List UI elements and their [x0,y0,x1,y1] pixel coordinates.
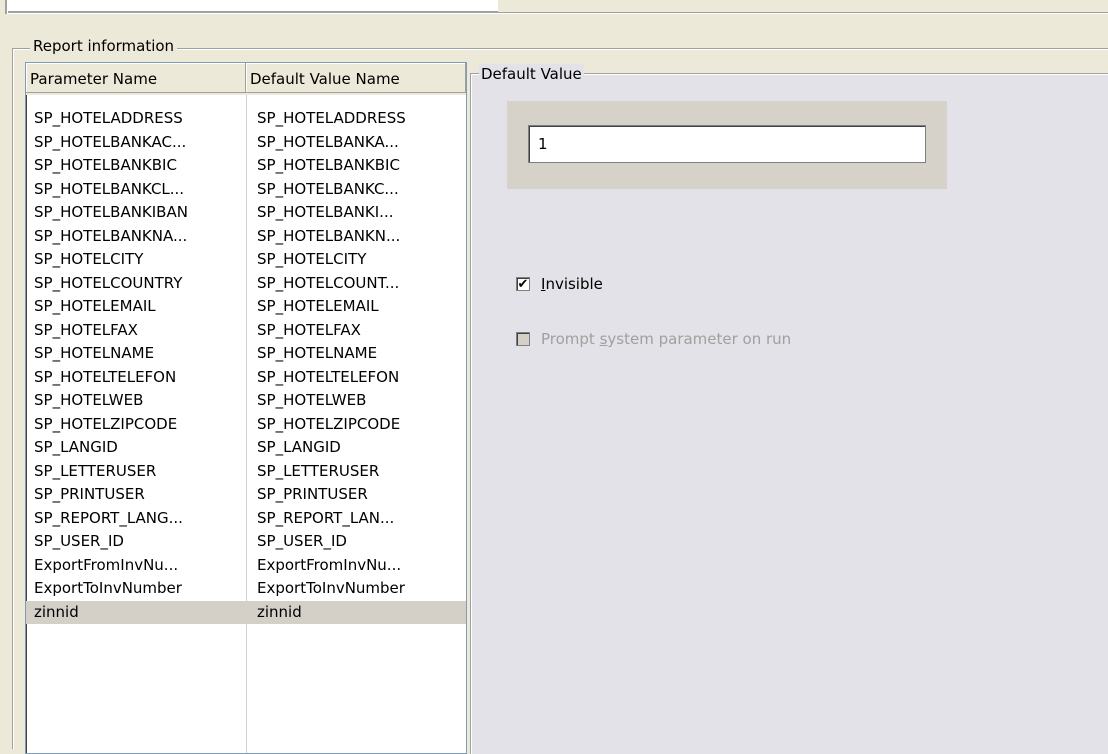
list-item[interactable]: SP_HOTELFAX SP_HOTELFAX [26,319,466,343]
invisible-checkbox-row[interactable]: ✔ Invisible [516,273,603,295]
default-value-name-cell: SP_HOTELEMAIL [257,297,379,315]
parameter-name-cell: SP_USER_ID [34,532,124,550]
list-item[interactable]: SP_REPORT_LANG... SP_REPORT_LAN... [26,507,466,531]
report-information-legend: Report information [30,36,178,56]
prompt-label-post: ystem parameter on run [607,330,792,348]
default-value-name-cell: SP_HOTELBANKI... [257,203,394,221]
default-value-name-cell: SP_PRINTUSER [257,485,368,503]
parameter-name-cell: SP_LANGID [34,438,118,456]
parameter-name-cell: SP_HOTELBANKNA... [34,226,188,245]
list-item[interactable]: SP_HOTELBANKCL... SP_HOTELBANKC... [26,178,466,202]
default-value-name-cell: SP_USER_ID [257,532,347,550]
parameter-name-cell: SP_REPORT_LANG... [34,508,183,527]
list-item[interactable]: SP_HOTELCOUNTRY SP_HOTELCOUNT... [26,272,466,296]
default-value-name-cell: SP_LANGID [257,438,341,456]
prompt-label-pre: Prompt [541,330,600,348]
invisible-label[interactable]: Invisible [541,275,603,293]
parameter-name-cell: SP_HOTELBANKAC... [34,132,187,151]
top-field[interactable] [8,0,498,12]
list-item[interactable]: SP_LANGID SP_LANGID [26,436,466,460]
default-value-name-cell: SP_LETTERUSER [257,461,380,480]
list-rows: SP_HOTELADDRESS SP_HOTELADDRESS SP_HOTELBA… [26,107,466,624]
parameter-name-cell: SP_HOTELCITY [34,250,144,268]
parameter-name-cell: SP_HOTELTELEFON [34,367,177,386]
default-value-name-cell: ExportToInvNumber [257,579,405,597]
list-item[interactable]: SP_HOTELBANKAC... SP_HOTELBANKA... [26,131,466,155]
list-header: Parameter Name Default Value Name [26,63,466,95]
default-value-name-cell: SP_HOTELBANKBIC [257,156,400,174]
top-divider-horizontal [8,12,1108,14]
list-item[interactable]: ExportToInvNumber ExportToInvNumber [26,577,466,601]
prompt-system-parameter-checkbox [516,332,530,346]
default-value-name-cell: ExportFromInvNu... [257,555,402,574]
parameter-name-cell: SP_HOTELZIPCODE [34,414,178,433]
default-value-name-cell: SP_HOTELBANKN... [257,226,401,245]
prompt-system-parameter-label: Prompt system parameter on run [541,330,791,348]
list-item[interactable]: SP_HOTELBANKIBAN SP_HOTELBANKI... [26,201,466,225]
default-value-name-cell: SP_HOTELZIPCODE [257,414,401,433]
default-value-name-cell: SP_HOTELCOUNT... [257,273,400,292]
list-item[interactable]: SP_HOTELWEB SP_HOTELWEB [26,389,466,413]
parameter-name-cell: ExportToInvNumber [34,579,182,597]
default-value-legend: Default Value [479,64,584,84]
column-header-default-value-name[interactable]: Default Value Name [246,63,466,93]
parameter-name-cell: SP_HOTELFAX [34,320,138,339]
prompt-system-parameter-row: Prompt system parameter on run [516,328,791,350]
parameter-name-cell: SP_HOTELNAME [34,344,155,362]
parameter-name-cell: ExportFromInvNu... [34,555,179,574]
default-value-name-cell: SP_HOTELADDRESS [257,109,406,127]
list-item[interactable]: SP_USER_ID SP_USER_ID [26,530,466,554]
list-item[interactable]: SP_HOTELZIPCODE SP_HOTELZIPCODE [26,413,466,437]
parameter-name-cell: SP_PRINTUSER [34,485,145,503]
invisible-label-rest: nvisible [545,275,603,293]
default-value-name-cell: SP_HOTELCITY [257,250,367,268]
list-item[interactable]: SP_HOTELNAME SP_HOTELNAME [26,342,466,366]
invisible-checkbox[interactable]: ✔ [516,277,530,291]
default-value-input[interactable] [528,125,926,163]
default-value-name-cell: SP_HOTELWEB [257,391,367,409]
default-value-name-cell: SP_HOTELNAME [257,344,378,362]
default-value-name-cell: SP_HOTELFAX [257,320,361,339]
list-item[interactable]: SP_PRINTUSER SP_PRINTUSER [26,483,466,507]
list-item[interactable]: SP_HOTELEMAIL SP_HOTELEMAIL [26,295,466,319]
parameter-name-cell: SP_HOTELEMAIL [34,297,156,315]
default-value-name-cell: SP_REPORT_LAN... [257,508,395,527]
parameter-name-cell: SP_HOTELADDRESS [34,109,183,127]
default-value-name-cell: SP_HOTELTELEFON [257,367,400,386]
parameter-name-cell: SP_HOTELBANKIBAN [34,203,188,221]
list-item[interactable]: zinnid zinnid [26,600,466,624]
list-item[interactable]: SP_HOTELTELEFON SP_HOTELTELEFON [26,366,466,390]
list-item[interactable]: SP_HOTELCITY SP_HOTELCITY [26,248,466,272]
top-strip [0,0,1108,18]
default-value-name-cell: SP_HOTELBANKA... [257,132,399,151]
default-value-name-cell: SP_HOTELBANKC... [257,179,399,198]
default-value-name-cell: zinnid [257,602,302,621]
list-item[interactable]: ExportFromInvNu... ExportFromInvNu... [26,554,466,578]
list-item[interactable]: SP_HOTELBANKBIC SP_HOTELBANKBIC [26,154,466,178]
list-item[interactable]: SP_HOTELADDRESS SP_HOTELADDRESS [26,107,466,131]
parameter-list[interactable]: Parameter Name Default Value Name SP_HOT… [25,62,467,754]
list-item[interactable]: SP_LETTERUSER SP_LETTERUSER [26,460,466,484]
parameter-name-cell: SP_HOTELBANKBIC [34,156,177,174]
parameter-name-cell: zinnid [34,602,79,621]
parameter-name-cell: SP_HOTELBANKCL... [34,179,185,198]
list-item[interactable]: SP_HOTELBANKNA... SP_HOTELBANKN... [26,225,466,249]
parameter-name-cell: SP_HOTELWEB [34,391,144,409]
column-header-parameter-name[interactable]: Parameter Name [26,63,246,93]
parameter-name-cell: SP_LETTERUSER [34,461,157,480]
parameter-name-cell: SP_HOTELCOUNTRY [34,273,183,292]
